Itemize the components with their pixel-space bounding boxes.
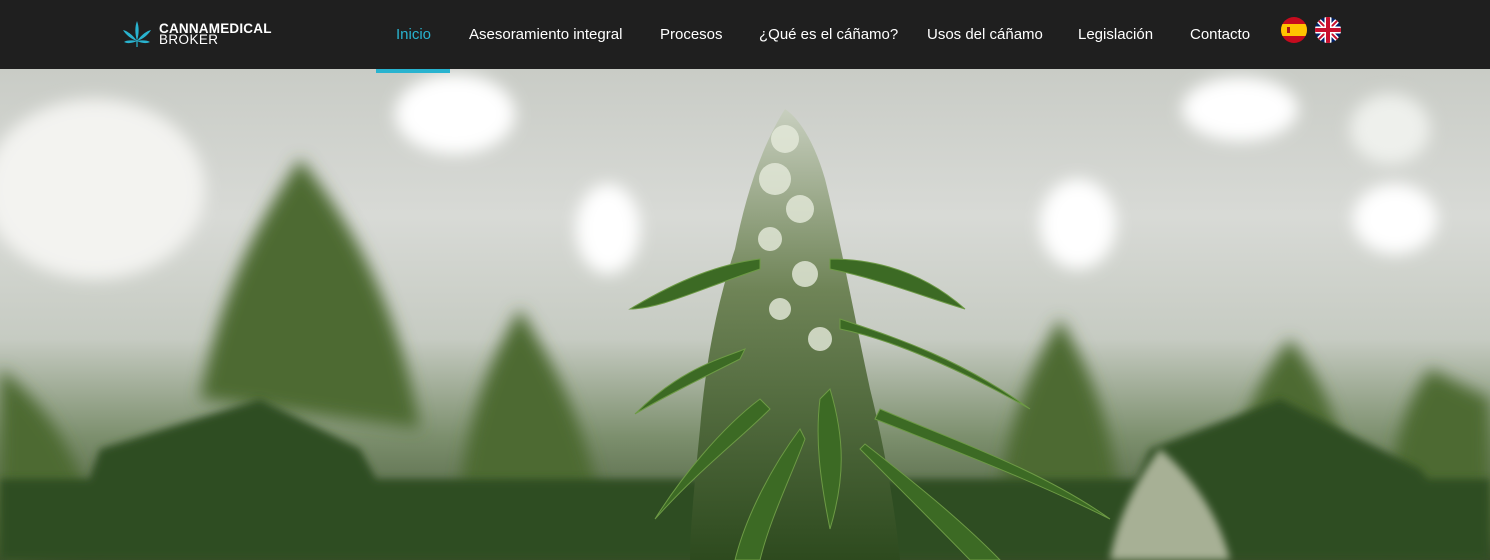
- hero-image: [0, 69, 1490, 560]
- nav-item-procesos[interactable]: Procesos: [660, 0, 723, 69]
- nav-item-inicio[interactable]: Inicio: [396, 0, 431, 69]
- nav-item-legislacion[interactable]: Legislación: [1078, 0, 1153, 69]
- uk-flag-icon[interactable]: [1315, 17, 1341, 43]
- brand-name: CANNAMEDICAL BROKER: [159, 22, 272, 47]
- brand-logo[interactable]: CANNAMEDICAL BROKER: [122, 20, 272, 48]
- spain-flag-icon[interactable]: [1281, 17, 1307, 43]
- nav-item-que-es-el-canamo[interactable]: ¿Qué es el cáñamo?: [759, 0, 898, 69]
- top-navigation-bar: CANNAMEDICAL BROKER Inicio Asesoramiento…: [0, 0, 1490, 69]
- nav-item-asesoramiento-integral[interactable]: Asesoramiento integral: [469, 0, 622, 69]
- nav-item-usos-del-canamo[interactable]: Usos del cáñamo: [927, 0, 1043, 69]
- active-nav-indicator: [376, 69, 450, 73]
- cannabis-leaf-icon: [123, 21, 151, 47]
- nav-item-contacto[interactable]: Contacto: [1190, 0, 1250, 69]
